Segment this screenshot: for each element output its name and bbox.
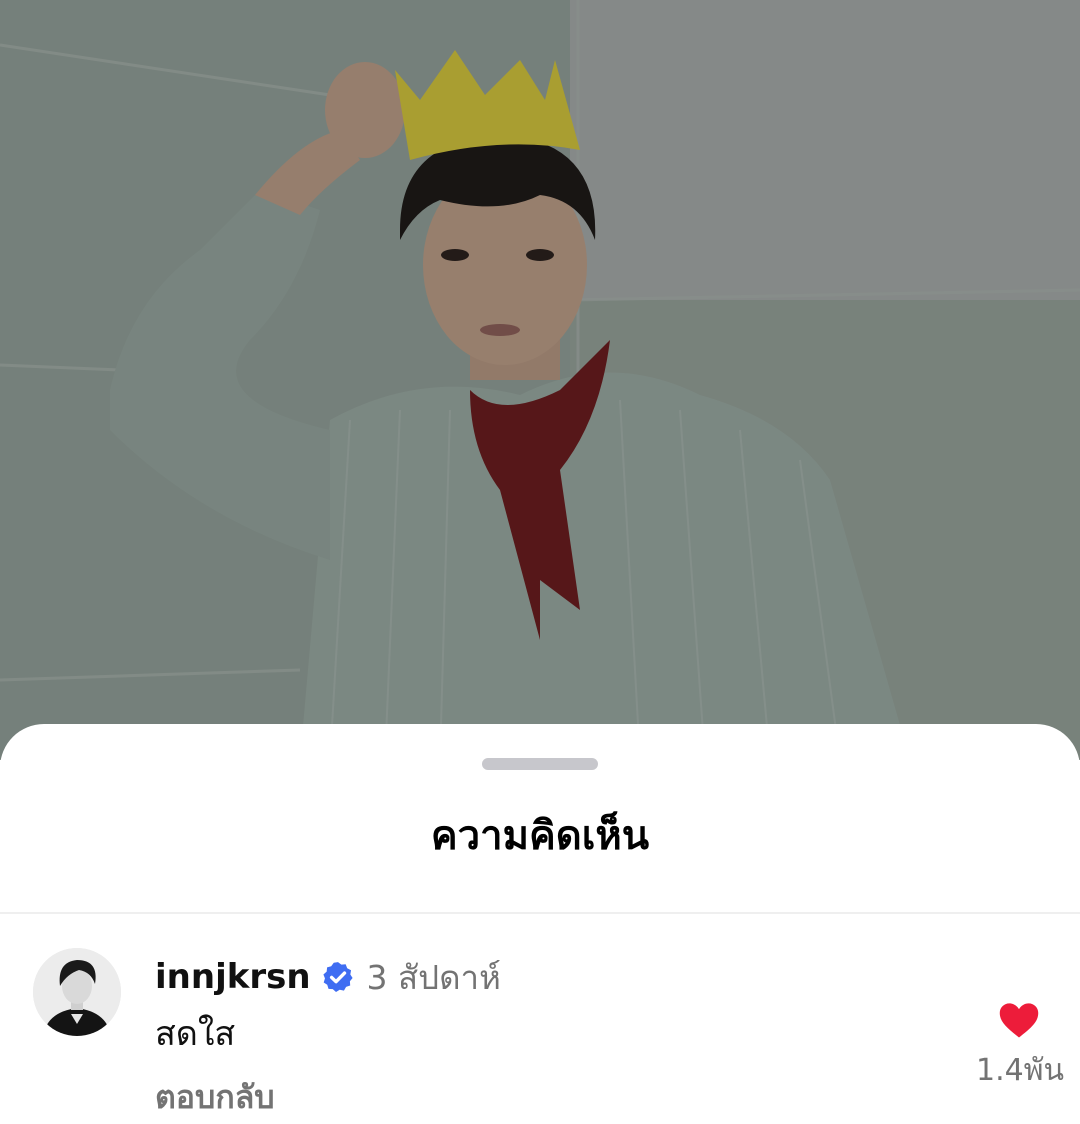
sheet-title: ความคิดเห็น [430, 813, 650, 859]
comment-timestamp: 3 สัปดาห์ [366, 957, 501, 997]
comment-text: สดใส [155, 1014, 236, 1054]
comment-username[interactable]: innjkrsn [155, 957, 311, 997]
reply-button[interactable]: ตอบกลับ [155, 1074, 275, 1120]
comment-header: innjkrsn 3 สัปดาห์ [155, 952, 501, 1002]
post-photo-backdrop [0, 0, 1080, 760]
sheet-drag-handle[interactable] [482, 758, 598, 770]
verified-badge-icon [322, 962, 353, 993]
comments-screen: ความคิดเห็น innjkrsn 3 สัปดาห์ สดใส ตอบก… [0, 0, 1080, 1124]
comment-item: innjkrsn 3 สัปดาห์ สดใส ตอบกลับ 1.4พัน [0, 914, 1080, 1124]
like-count: 1.4พัน [976, 1053, 1064, 1088]
heart-icon[interactable] [998, 1000, 1040, 1040]
avatar[interactable] [33, 948, 121, 1036]
comments-bottom-sheet: ความคิดเห็น innjkrsn 3 สัปดาห์ สดใส ตอบก… [0, 724, 1080, 1124]
